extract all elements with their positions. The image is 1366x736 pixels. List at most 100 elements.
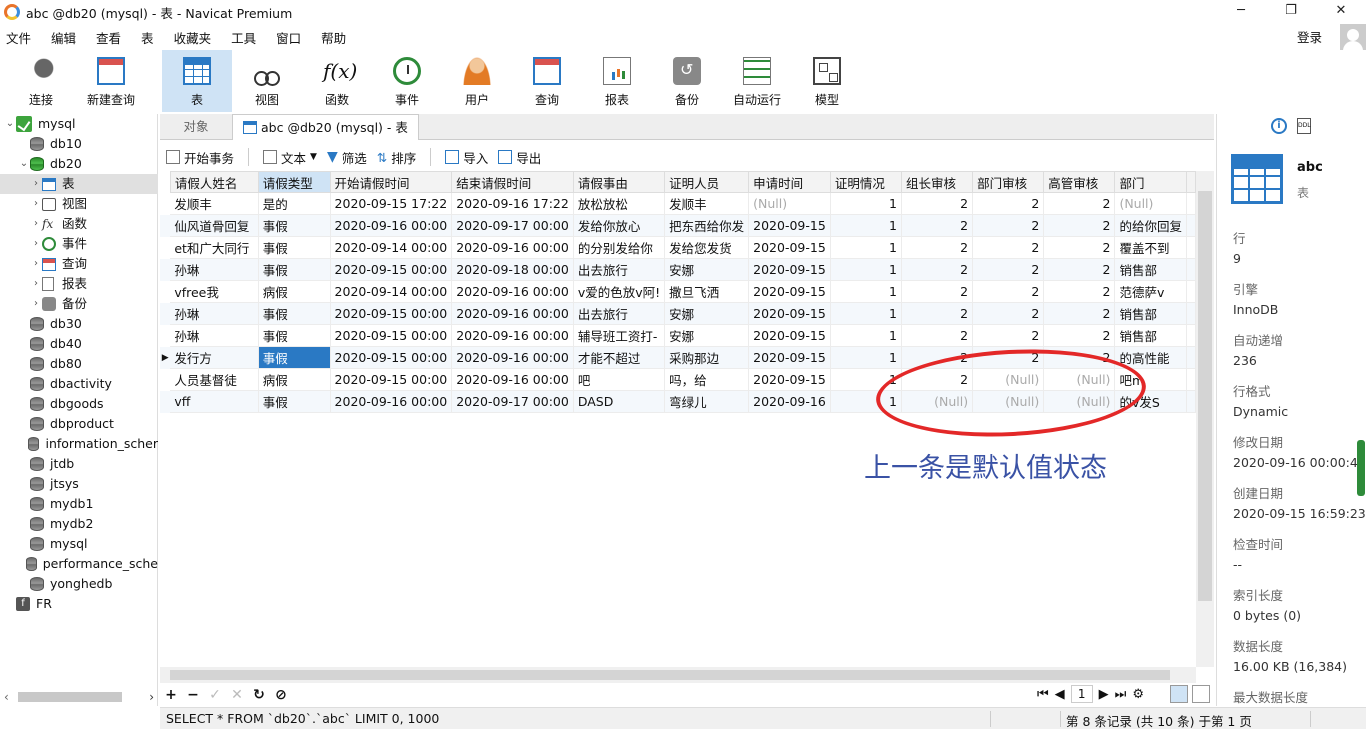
table-cell[interactable]: 事假 — [258, 390, 331, 413]
info-icon[interactable]: i — [1271, 118, 1287, 134]
column-header[interactable]: 部门 — [1114, 171, 1187, 193]
minimize-button[interactable]: ─ — [1216, 0, 1266, 24]
chevron-down-icon[interactable]: ⌄ — [4, 114, 16, 134]
refresh-icon[interactable]: ↻ — [248, 687, 270, 703]
table-cell[interactable]: 2 — [901, 280, 974, 303]
table-cell[interactable]: 事假 — [258, 258, 331, 281]
table-cell[interactable]: 发给你放心 — [573, 214, 666, 237]
scroll-left-icon[interactable]: ‹ — [4, 690, 9, 704]
column-header[interactable]: 开始请假时间 — [329, 171, 453, 193]
export-button[interactable]: 导出 — [498, 148, 541, 167]
grid-hscroll-thumb[interactable] — [170, 670, 1170, 680]
prev-page-button[interactable]: ◀ — [1055, 687, 1065, 702]
login-link[interactable]: 登录 — [1297, 27, 1322, 46]
maximize-button[interactable]: ❐ — [1266, 0, 1316, 24]
chevron-down-icon[interactable]: ⌄ — [18, 154, 30, 174]
apply-button[interactable]: ✓ — [204, 687, 226, 703]
table-cell[interactable]: 2 — [972, 192, 1045, 215]
table-cell[interactable]: 2 — [1043, 258, 1116, 281]
chevron-right-icon[interactable]: › — [30, 174, 42, 194]
table-cell[interactable]: 安娜 — [664, 324, 750, 347]
table-cell[interactable]: 出去旅行 — [573, 302, 666, 325]
table-cell[interactable]: 2 — [972, 258, 1045, 281]
scroll-right-icon[interactable]: › — [149, 690, 154, 704]
toolbar-new-query-button[interactable]: 新建查询 — [76, 50, 146, 112]
table-cell[interactable]: 发行方 — [170, 346, 259, 369]
table-cell[interactable]: 2020-09-15 00:00 — [330, 346, 453, 369]
gear-icon[interactable]: ⚙ — [1132, 687, 1144, 702]
tree-item-db[interactable]: yonghedb — [0, 574, 158, 594]
table-cell[interactable]: 病假 — [258, 280, 331, 303]
table-cell[interactable]: 是的 — [258, 192, 331, 215]
tree-item-db[interactable]: mysql — [0, 534, 158, 554]
grid-scroll-thumb[interactable] — [1198, 191, 1212, 601]
toolbar-view-button[interactable]: 视图 — [232, 50, 302, 112]
table-cell[interactable]: 事假 — [258, 346, 331, 369]
table-cell[interactable]: 2 — [1043, 214, 1116, 237]
table-cell[interactable]: 2 — [972, 236, 1045, 259]
table-cell[interactable]: 2 — [901, 302, 974, 325]
table-row[interactable]: 孙琳 事假 2020-09-15 00:00 2020-09-18 00:00 出去旅行… — [160, 258, 1196, 281]
table-cell[interactable]: 销售部 — [1114, 302, 1187, 325]
toolbar-user-button[interactable]: 用户 — [442, 50, 512, 112]
table-cell[interactable]: 2020-09-16 17:22 — [451, 192, 574, 215]
toolbar-automation-button[interactable]: 自动运行 — [722, 50, 792, 112]
grid-view-button[interactable] — [1170, 685, 1188, 703]
table-cell[interactable]: 1 — [830, 236, 902, 259]
table-cell[interactable]: 采购那边 — [664, 346, 750, 369]
chevron-right-icon[interactable]: › — [30, 234, 42, 254]
column-header[interactable]: 请假类型 — [257, 171, 331, 193]
table-cell[interactable]: 2020-09-15 00:00 — [330, 258, 453, 281]
table-cell[interactable]: 1 — [830, 280, 902, 303]
table-cell[interactable]: vfree我 — [170, 280, 259, 303]
table-cell[interactable]: 孙琳 — [170, 258, 259, 281]
tree-item-db[interactable]: jtdb — [0, 454, 158, 474]
grid-horizontal-scrollbar[interactable] — [160, 667, 1196, 683]
filter-button[interactable]: ▼ 筛选 — [327, 148, 367, 167]
add-record-button[interactable]: + — [160, 687, 182, 703]
table-row[interactable]: 仙风道骨回复 事假 2020-09-16 00:00 2020-09-17 00:00… — [160, 214, 1196, 237]
table-cell[interactable]: 1 — [830, 214, 902, 237]
table-cell[interactable]: v爱的色放v阿! — [573, 280, 666, 303]
table-cell[interactable]: 放松放松 — [573, 192, 666, 215]
table-cell[interactable]: 2020-09-18 00:00 — [451, 258, 574, 281]
table-cell[interactable]: 覆盖不到 — [1114, 236, 1187, 259]
next-page-button[interactable]: ▶ — [1099, 687, 1109, 702]
table-cell[interactable]: 撒旦飞洒 — [664, 280, 750, 303]
table-cell[interactable]: 2020-09-15 — [748, 214, 831, 237]
table-cell[interactable]: 1 — [830, 192, 902, 215]
table-cell[interactable]: 2 — [901, 192, 974, 215]
table-cell[interactable]: 2020-09-16 — [748, 390, 831, 413]
tree-item-db[interactable]: information_scher — [0, 434, 158, 454]
tree-item-reports[interactable]: › 报表 — [0, 274, 158, 294]
table-cell[interactable]: vff — [170, 390, 259, 413]
first-page-button[interactable]: ⏮ — [1037, 687, 1049, 702]
table-cell[interactable]: 发给您发货 — [664, 236, 750, 259]
table-row[interactable]: 发顺丰 是的 2020-09-15 17:22 2020-09-16 17:22 放松放… — [160, 192, 1196, 215]
table-cell[interactable]: 2020-09-15 — [748, 346, 831, 369]
table-cell[interactable]: 2020-09-15 — [748, 258, 831, 281]
table-cell[interactable]: 1 — [830, 302, 902, 325]
info-scrollbar[interactable] — [1355, 142, 1366, 706]
table-cell[interactable]: 2020-09-15 00:00 — [330, 302, 453, 325]
table-cell[interactable]: 安娜 — [664, 302, 750, 325]
column-header[interactable]: 请假人姓名 — [169, 171, 259, 193]
menu-item[interactable]: 收藏夹 — [174, 28, 212, 47]
tree-item-fr[interactable]: f FR — [0, 594, 158, 614]
chevron-right-icon[interactable]: › — [30, 294, 42, 314]
table-cell[interactable]: (Null) — [1114, 192, 1187, 215]
menu-item[interactable]: 表 — [141, 28, 154, 47]
table-cell[interactable]: 出去旅行 — [573, 258, 666, 281]
menu-item[interactable]: 窗口 — [276, 28, 301, 47]
table-cell[interactable]: 2020-09-15 — [748, 236, 831, 259]
menu-item[interactable]: 编辑 — [51, 28, 76, 47]
sort-button[interactable]: ⇅ 排序 — [377, 148, 417, 167]
table-cell[interactable]: 范德萨v — [1114, 280, 1187, 303]
toolbar-plug-button[interactable]: 连接 — [6, 50, 76, 112]
table-row[interactable]: 孙琳 事假 2020-09-15 00:00 2020-09-16 00:00 出去旅行… — [160, 302, 1196, 325]
table-cell[interactable]: 事假 — [258, 236, 331, 259]
table-cell[interactable]: 2 — [901, 258, 974, 281]
table-cell[interactable]: 2020-09-16 00:00 — [451, 346, 574, 369]
table-row[interactable]: 孙琳 事假 2020-09-15 00:00 2020-09-16 00:00 辅导班工… — [160, 324, 1196, 347]
import-button[interactable]: 导入 — [445, 148, 488, 167]
